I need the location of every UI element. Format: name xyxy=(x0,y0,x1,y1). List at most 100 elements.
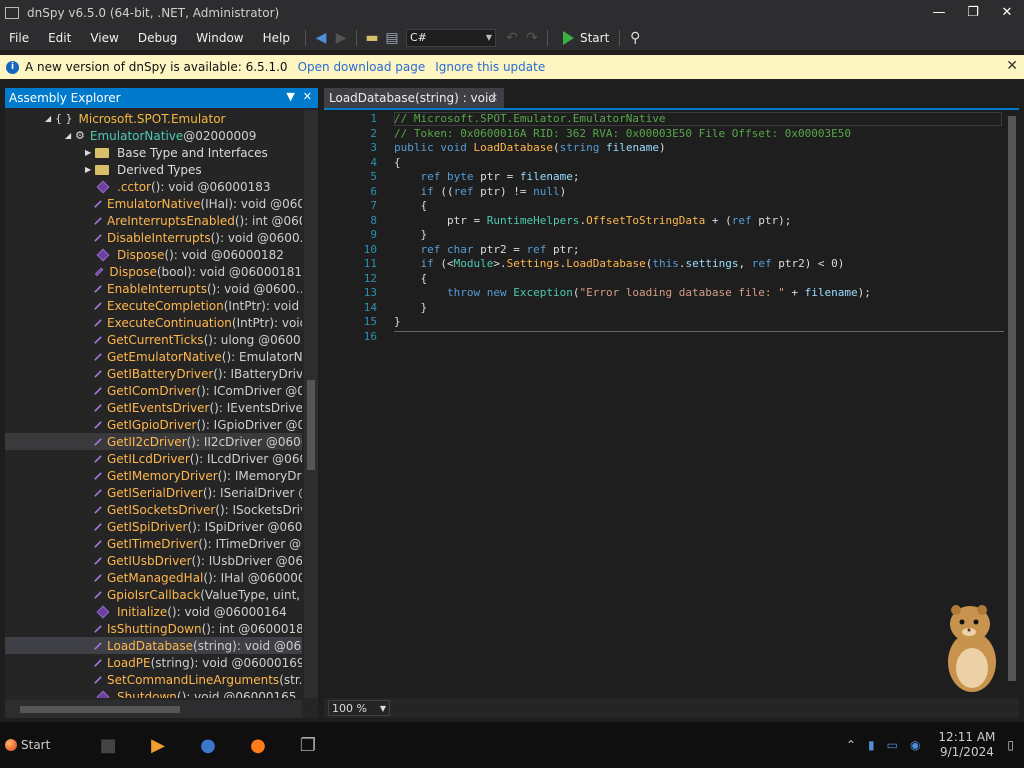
chevron-down-icon[interactable]: ▼ xyxy=(286,90,294,103)
tree-node-method[interactable]: IsShuttingDown() : int @0600018... xyxy=(5,620,302,637)
open-download-link[interactable]: Open download page xyxy=(298,60,426,74)
tree-node-method[interactable]: GetILcdDriver() : ILcdDriver @060... xyxy=(5,450,302,467)
tree-node-method[interactable]: GetEmulatorNative() : EmulatorNa... xyxy=(5,348,302,365)
zoom-select[interactable]: 100 % ▼ xyxy=(328,700,390,716)
tree-node-namespace[interactable]: ◢ { } Microsoft.SPOT.Emulator xyxy=(5,110,302,127)
editor-vertical-scrollbar[interactable] xyxy=(1005,110,1019,700)
start-button[interactable]: Start xyxy=(5,730,67,760)
folder-label: Base Type and Interfaces xyxy=(117,145,268,160)
scrollbar-thumb[interactable] xyxy=(307,380,315,470)
method-name: .cctor xyxy=(117,179,151,194)
close-icon[interactable]: ✕ xyxy=(303,90,312,103)
tree-node-base-types[interactable]: ▶ Base Type and Interfaces xyxy=(5,144,302,161)
play-icon xyxy=(562,30,574,45)
tree-node-method[interactable]: Initialize() : void @06000164 xyxy=(5,603,302,620)
start-label: Start xyxy=(21,738,51,752)
tab-loaddatabase[interactable]: LoadDatabase(string) : void ✕ xyxy=(324,88,504,108)
code-line: { xyxy=(394,155,401,169)
collapse-icon[interactable]: ◢ xyxy=(65,131,75,140)
media-player-icon[interactable]: ▶ xyxy=(143,730,173,760)
method-signature: : EmulatorNa... xyxy=(231,349,302,364)
forward-icon[interactable]: ▶ xyxy=(331,28,351,48)
tray-app-icon[interactable]: ▮ xyxy=(868,738,875,752)
tree-node-method[interactable]: GetIMemoryDriver() : IMemoryDri... xyxy=(5,467,302,484)
code-line: if ((ref ptr) != null) xyxy=(420,184,567,198)
tree-node-method[interactable]: GetCurrentTicks() : ulong @0600... xyxy=(5,331,302,348)
expand-icon[interactable]: ▶ xyxy=(85,148,95,157)
menu-edit[interactable]: Edit xyxy=(39,31,81,45)
tree-node-method[interactable]: GetManagedHal() : IHal @0600001... xyxy=(5,569,302,586)
tree-node-method[interactable]: GetIUsbDriver() : IUsbDriver @060... xyxy=(5,552,302,569)
menu-file[interactable]: File xyxy=(0,31,39,45)
menu-help[interactable]: Help xyxy=(254,31,300,45)
tree-node-method[interactable]: GpioIsrCallback(ValueType, uint, b... xyxy=(5,586,302,603)
menu-window[interactable]: Window xyxy=(187,31,253,45)
tree-node-method[interactable]: GetIEventsDriver() : IEventsDriver... xyxy=(5,399,302,416)
tree-node-method[interactable]: GetIComDriver() : IComDriver @06... xyxy=(5,382,302,399)
tree-node-method[interactable]: DisableInterrupts() : void @0600... xyxy=(5,229,302,246)
save-all-icon[interactable]: ▤ xyxy=(382,28,402,48)
close-icon[interactable]: ✕ xyxy=(1006,58,1018,74)
language-select[interactable]: C# ▼ xyxy=(405,28,496,47)
tree-node-method[interactable]: Shutdown() : void @06000165 xyxy=(5,688,302,698)
browser-globe-icon[interactable]: ● xyxy=(193,730,223,760)
volume-icon[interactable]: ◉ xyxy=(910,738,920,752)
method-params: () xyxy=(210,230,220,245)
notification-icon[interactable]: ▯ xyxy=(1007,738,1014,752)
back-icon[interactable]: ◀ xyxy=(311,28,331,48)
tree-node-method[interactable]: GetII2cDriver() : II2cDriver @0600... xyxy=(5,433,302,450)
menu-debug[interactable]: Debug xyxy=(129,31,187,45)
tree-node-method[interactable]: Dispose() : void @06000182 xyxy=(5,246,302,263)
tree-node-method[interactable]: SetCommandLineArguments(str... xyxy=(5,671,302,688)
network-icon[interactable]: ▭ xyxy=(887,738,898,752)
tree-node-method[interactable]: GetISocketsDriver() : ISocketsDriv... xyxy=(5,501,302,518)
method-signature: : ISerialDriver @0... xyxy=(212,485,302,500)
scrollbar-thumb[interactable] xyxy=(20,706,180,713)
tree-node-method[interactable]: Dispose (bool) : void @06000181 xyxy=(5,263,302,280)
tree-node-class[interactable]: ◢ ⚙ EmulatorNative @02000009 xyxy=(5,127,302,144)
clock[interactable]: 12:11 AM 9/1/2024 xyxy=(938,730,995,760)
tree-node-method[interactable]: ExecuteContinuation(IntPtr) : void xyxy=(5,314,302,331)
expand-icon[interactable]: ▶ xyxy=(85,165,95,174)
tree-node-method[interactable]: AreInterruptsEnabled() : int @060... xyxy=(5,212,302,229)
open-folder-icon[interactable]: ▬ xyxy=(362,28,382,48)
terminal-icon[interactable]: ■ xyxy=(93,730,123,760)
close-button[interactable]: ✕ xyxy=(990,0,1024,25)
menu-view[interactable]: View xyxy=(81,31,128,45)
line-number: 5 xyxy=(370,170,377,183)
tree-node-method[interactable]: GetITimeDriver() : ITimeDriver @0... xyxy=(5,535,302,552)
tree-node-method[interactable]: GetIBatteryDriver() : IBatteryDrive... xyxy=(5,365,302,382)
tree-node-method[interactable]: ExecuteCompletion(IntPtr) : void @... xyxy=(5,297,302,314)
explorer-vertical-scrollbar[interactable] xyxy=(304,110,318,698)
tree-node-method[interactable]: .cctor() : void @06000183 xyxy=(5,178,302,195)
code-text[interactable]: // Microsoft.SPOT.Emulator.EmulatorNativ… xyxy=(394,112,1004,344)
tree-node-method[interactable]: GetISerialDriver() : ISerialDriver @0... xyxy=(5,484,302,501)
tree-node-method[interactable]: EmulatorNative(IHal) : void @0600... xyxy=(5,195,302,212)
collapse-icon[interactable]: ◢ xyxy=(45,114,55,123)
undo-icon[interactable]: ↶ xyxy=(502,28,522,48)
clock-time: 12:11 AM xyxy=(938,730,996,744)
explorer-horizontal-scrollbar[interactable] xyxy=(5,700,302,718)
method-name: GetManagedHal xyxy=(107,570,204,585)
method-icon xyxy=(96,180,110,193)
tree-node-method[interactable]: LoadDatabase(string) : void @060... xyxy=(5,637,302,654)
search-icon[interactable]: ⚲ xyxy=(625,28,645,48)
minimize-button[interactable]: — xyxy=(922,0,956,25)
tree-node-derived-types[interactable]: ▶ Derived Types xyxy=(5,161,302,178)
tree-node-method[interactable]: LoadPE (string) : void @06000169 xyxy=(5,654,302,671)
scrollbar-thumb[interactable] xyxy=(1008,116,1016,681)
firefox-icon[interactable]: ● xyxy=(243,730,273,760)
tree-node-method[interactable]: GetIGpioDriver() : IGpioDriver @06... xyxy=(5,416,302,433)
task-view-icon[interactable]: ❐ xyxy=(293,730,323,760)
close-icon[interactable]: ✕ xyxy=(490,93,498,104)
ignore-update-link[interactable]: Ignore this update xyxy=(435,60,545,74)
show-hidden-icons-icon[interactable]: ⌃ xyxy=(846,738,856,752)
code-editor[interactable]: 1 2 3 4 5 6 7 8 9 10 11 12 13 14 15 16 // Microsoft.SPO… xyxy=(324,108,1019,700)
update-infobar: i A new version of dnSpy is available: 6… xyxy=(0,55,1024,79)
maximize-button[interactable]: ❐ xyxy=(956,0,990,25)
start-debug-button[interactable]: Start xyxy=(562,30,609,45)
tree-node-method[interactable]: GetISpiDriver() : ISpiDriver @0600... xyxy=(5,518,302,535)
redo-icon[interactable]: ↷ xyxy=(522,28,542,48)
method-icon xyxy=(94,505,102,514)
tree-node-method[interactable]: EnableInterrupts() : void @0600... xyxy=(5,280,302,297)
